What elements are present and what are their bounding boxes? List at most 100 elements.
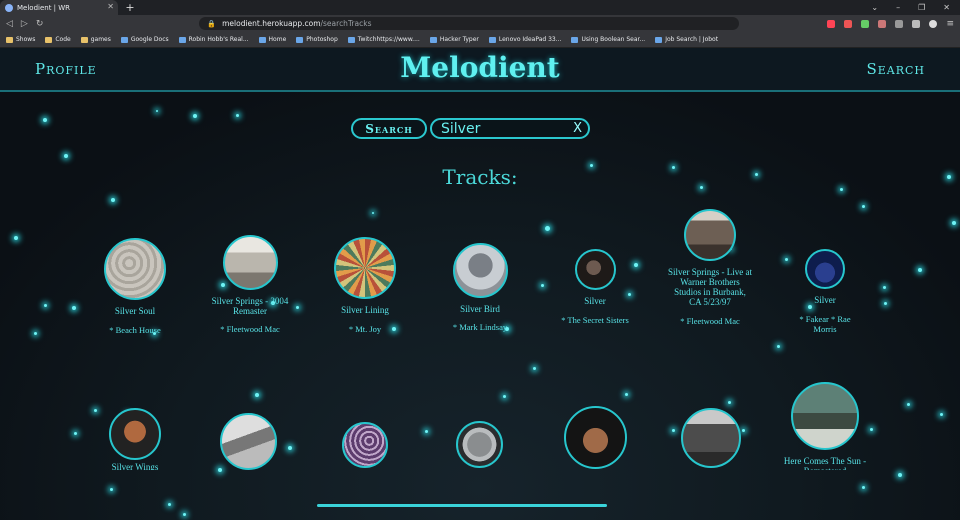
track-card[interactable]: Silver * The Secret Sisters	[560, 249, 630, 326]
track-title[interactable]: Silver	[814, 295, 836, 305]
bookmark-item[interactable]: games	[80, 36, 111, 43]
track-title[interactable]: Silver Springs - Live at Warner Brothers…	[667, 267, 753, 307]
track-artist[interactable]: * Mark Lindsay	[453, 322, 507, 333]
track-card[interactable]: Silver Lining * Mt. Joy	[324, 237, 406, 335]
glow-particle	[168, 503, 171, 506]
glow-particle	[183, 513, 186, 516]
search-input[interactable]	[441, 120, 561, 137]
album-cover[interactable]	[342, 422, 388, 468]
track-card[interactable]	[213, 413, 283, 470]
track-artist[interactable]: * Fleetwood Mac	[220, 324, 280, 335]
glow-particle	[288, 446, 292, 450]
album-cover[interactable]	[574, 249, 616, 290]
glow-particle	[883, 286, 886, 289]
album-cover[interactable]	[104, 238, 166, 300]
glow-particle	[785, 258, 788, 261]
track-card[interactable]: Silver Bird * Mark Lindsay	[440, 243, 520, 333]
track-artist[interactable]: * Mt. Joy	[349, 324, 381, 335]
address-bar[interactable]: 🔒 melodient.herokuapp.com/searchTracks	[199, 17, 740, 30]
track-card[interactable]	[335, 422, 395, 468]
track-title[interactable]: Silver Wings	[112, 462, 159, 470]
album-cover[interactable]	[109, 408, 161, 460]
new-tab-button[interactable]: +	[122, 0, 138, 15]
track-card[interactable]: Silver Wings	[95, 408, 175, 470]
bookmark-item[interactable]: Hacker Typer	[429, 36, 479, 43]
bookmark-item[interactable]: Shows	[6, 36, 35, 43]
album-cover[interactable]	[455, 421, 503, 468]
reload-icon[interactable]: ↻	[36, 19, 44, 29]
glow-particle	[296, 306, 299, 309]
glow-particle	[14, 236, 18, 240]
track-card[interactable]	[675, 408, 747, 468]
rewards-icon[interactable]	[844, 19, 853, 28]
album-cover[interactable]	[684, 209, 736, 261]
folder-icon	[45, 36, 53, 43]
bookmark-item[interactable]: Twitchhttps://www....	[347, 36, 420, 43]
puzzle-icon[interactable]	[912, 19, 921, 28]
search-field: X	[430, 118, 590, 139]
top-navbar: Profile Melodient Search	[0, 48, 960, 92]
album-cover[interactable]	[805, 249, 845, 289]
brave-shield-icon[interactable]	[827, 19, 836, 28]
track-artist[interactable]: * Fakear * Rae Morris	[795, 314, 855, 334]
track-title[interactable]: Here Comes The Sun - Remastered	[780, 456, 870, 470]
back-icon[interactable]: ◁	[6, 19, 13, 29]
track-title[interactable]: Silver Soul	[115, 306, 155, 316]
track-card[interactable]: Here Comes The Sun - Remastered	[780, 382, 870, 470]
bookmark-item[interactable]: Code	[45, 36, 71, 43]
tab-close-icon[interactable]: ✕	[107, 2, 114, 11]
extension-icon[interactable]	[895, 19, 904, 28]
track-title[interactable]: Silver Springs - 2004 Remaster	[210, 296, 290, 316]
extension-icon[interactable]	[861, 19, 870, 28]
glow-particle	[625, 393, 628, 396]
track-title[interactable]: Silver	[584, 296, 606, 306]
album-cover[interactable]	[681, 408, 741, 468]
track-artist[interactable]: * Fleetwood Mac	[680, 316, 740, 327]
glow-particle	[111, 198, 115, 202]
album-cover[interactable]	[563, 406, 627, 469]
menu-icon[interactable]: ≡	[946, 19, 954, 29]
track-card[interactable]	[449, 421, 509, 468]
track-card[interactable]: Silver Springs - 2004 Remaster * Fleetwo…	[210, 235, 290, 335]
album-cover[interactable]	[452, 243, 508, 298]
bookmark-item[interactable]: Lenovo IdeaPad 33...	[488, 36, 561, 43]
album-cover[interactable]	[791, 382, 859, 450]
track-title[interactable]: Silver Bird	[460, 304, 500, 314]
clear-search-button[interactable]: X	[573, 121, 582, 136]
album-cover[interactable]	[219, 413, 277, 470]
track-card[interactable]: Silver Soul * Beach House	[95, 238, 175, 336]
glow-particle	[533, 367, 536, 370]
glow-particle	[64, 154, 68, 158]
extension-icon[interactable]	[878, 19, 887, 28]
close-window-icon[interactable]: ✕	[943, 3, 950, 12]
bookmark-item[interactable]: Home	[258, 36, 286, 43]
search-button[interactable]: Search	[351, 118, 427, 139]
track-card[interactable]: Silver * Fakear * Rae Morris	[795, 249, 855, 334]
bookmark-item[interactable]: Robin Hobb's Real...	[178, 36, 249, 43]
nav-search-link[interactable]: Search	[866, 60, 925, 78]
minimize-icon[interactable]: –	[896, 3, 900, 12]
site-icon	[296, 36, 304, 43]
glow-particle	[43, 118, 47, 122]
lock-icon[interactable]: 🔒	[207, 20, 216, 28]
track-card[interactable]: Silver Springs - Live at Warner Brothers…	[667, 209, 753, 327]
track-artist[interactable]: * Beach House	[109, 325, 160, 336]
track-card[interactable]	[558, 406, 632, 469]
glow-particle	[862, 205, 865, 208]
bookmark-item[interactable]: Job Search | Jobot	[655, 36, 718, 43]
glow-particle	[545, 226, 550, 231]
track-artist[interactable]: * The Secret Sisters	[561, 315, 629, 326]
track-title[interactable]: Silver Lining	[341, 305, 389, 315]
bookmark-item[interactable]: Photoshop	[296, 36, 338, 43]
browser-tab[interactable]: Melodient | WR ✕	[0, 0, 118, 15]
bookmark-item[interactable]: Google Docs	[120, 36, 169, 43]
album-cover[interactable]	[222, 235, 278, 290]
forward-icon[interactable]: ▷	[21, 19, 28, 29]
bookmark-item[interactable]: Using Boolean Sear...	[571, 36, 645, 43]
glow-particle	[634, 263, 638, 267]
profile-avatar-icon[interactable]	[929, 19, 938, 28]
tab-search-icon[interactable]: ⌄	[871, 3, 878, 12]
maximize-icon[interactable]: ❐	[918, 3, 925, 12]
brand-logo[interactable]: Melodient	[0, 51, 960, 84]
album-cover[interactable]	[334, 237, 396, 299]
